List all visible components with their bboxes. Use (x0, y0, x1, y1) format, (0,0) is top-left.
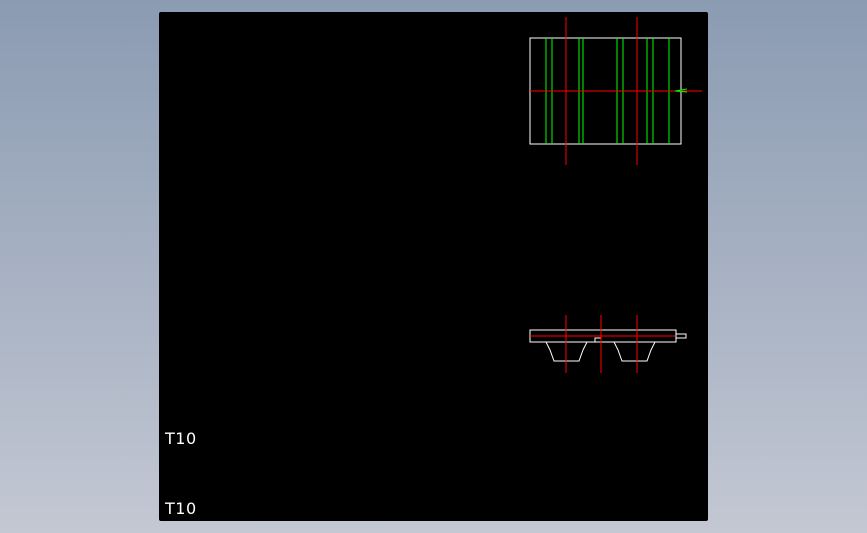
belt-tooth-profile-view[interactable] (529, 315, 687, 373)
belt-plan-view[interactable] (529, 17, 702, 165)
cad-drawing-viewport[interactable]: T10 T10 (159, 12, 708, 521)
tooth-profile (530, 337, 676, 362)
end-marker (675, 333, 687, 339)
drawing-label: T10 (165, 429, 197, 448)
drawing-label: T10 (165, 499, 197, 518)
cad-drawing-canvas (529, 17, 702, 373)
